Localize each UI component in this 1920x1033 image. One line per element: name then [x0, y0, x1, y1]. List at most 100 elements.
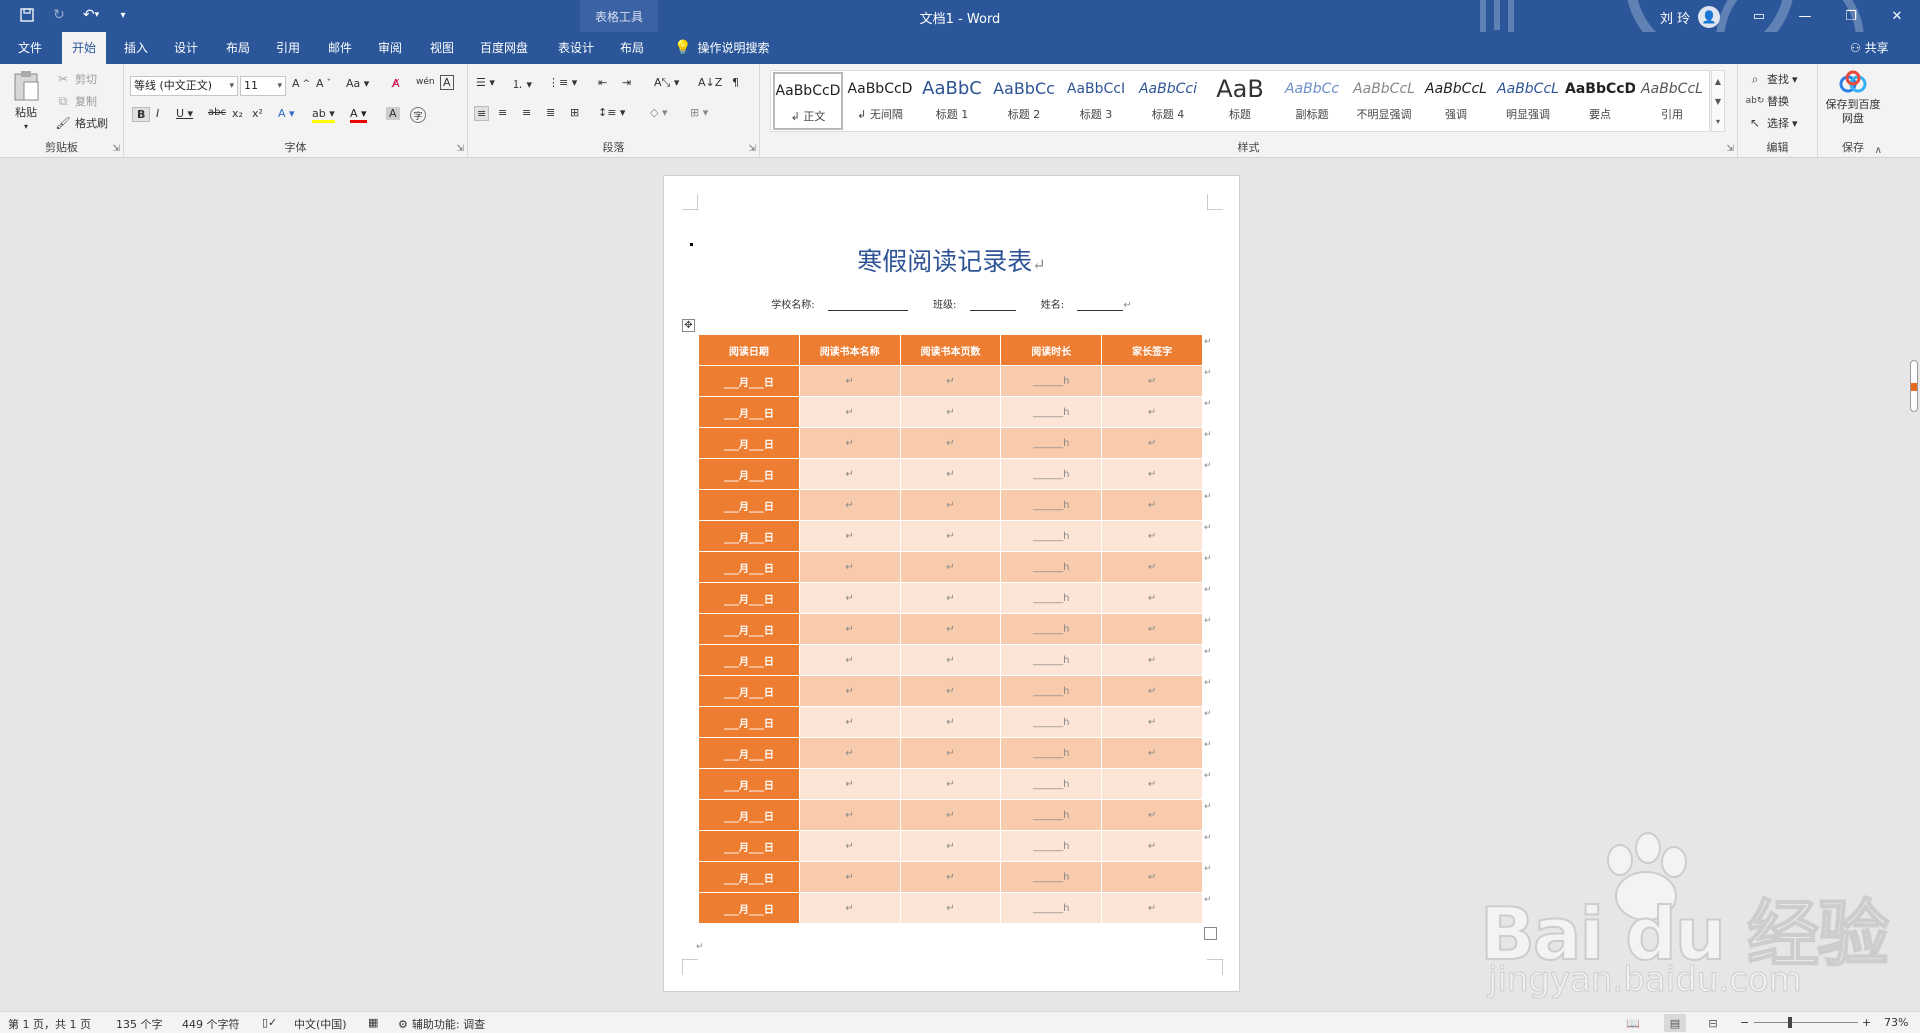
- book-name-cell[interactable]: ↵: [798, 768, 901, 800]
- style-title[interactable]: AaB 标题: [1205, 72, 1275, 130]
- reading-record-table[interactable]: 阅读日期 阅读书本名称 阅读书本页数 阅读时长 家长签字 ___月___日 ↵ ↵ _…: [698, 334, 1203, 924]
- zoom-level[interactable]: 73%: [1884, 1016, 1908, 1029]
- date-cell[interactable]: ___月___日: [698, 489, 800, 521]
- duration-cell[interactable]: ______h: [1000, 489, 1103, 521]
- tab-layout[interactable]: 布局: [216, 32, 260, 64]
- ribbon-display-options-icon[interactable]: ▭: [1736, 0, 1782, 32]
- paste-button[interactable]: 粘贴 ▾: [12, 70, 40, 131]
- pages-cell[interactable]: ↵: [899, 551, 1002, 583]
- style-heading-1[interactable]: AaBbC 标题 1: [917, 72, 987, 130]
- save-icon[interactable]: [16, 4, 38, 26]
- pages-cell[interactable]: ↵: [899, 892, 1002, 924]
- pages-cell[interactable]: ↵: [899, 365, 1002, 397]
- duration-cell[interactable]: ______h: [1000, 892, 1103, 924]
- character-border-icon[interactable]: A: [440, 75, 454, 90]
- table-move-handle-icon[interactable]: ✥: [682, 319, 695, 332]
- copy-button[interactable]: ⧉ 复制: [54, 92, 97, 110]
- font-size-combo[interactable]: 11: [240, 76, 286, 96]
- style-intense-emphasis[interactable]: AaBbCcL 明显强调: [1493, 72, 1563, 130]
- header-signature[interactable]: 家长签字: [1101, 334, 1203, 366]
- multilevel-list-icon[interactable]: ⋮≡ ▾: [548, 76, 577, 89]
- zoom-slider[interactable]: [1754, 1022, 1858, 1023]
- date-cell[interactable]: ___月___日: [698, 396, 800, 428]
- book-name-cell[interactable]: ↵: [798, 737, 901, 769]
- date-cell[interactable]: ___月___日: [698, 520, 800, 552]
- bullets-icon[interactable]: ☰ ▾: [476, 76, 495, 89]
- signature-cell[interactable]: ↵: [1101, 706, 1203, 738]
- header-book-name[interactable]: 阅读书本名称: [798, 334, 901, 366]
- word-count[interactable]: 135 个字: [116, 1016, 163, 1032]
- style-no-spacing[interactable]: AaBbCcD ↲ 无间隔: [845, 72, 915, 130]
- collapse-ribbon-icon[interactable]: ∧: [1875, 145, 1882, 156]
- enclose-characters-icon[interactable]: 字: [410, 107, 426, 123]
- date-cell[interactable]: ___月___日: [698, 427, 800, 459]
- shading-icon[interactable]: ◇ ▾: [650, 106, 667, 119]
- duration-cell[interactable]: ______h: [1000, 799, 1103, 831]
- book-name-cell[interactable]: ↵: [798, 799, 901, 831]
- language-indicator[interactable]: 中文(中国): [294, 1016, 347, 1032]
- header-pages[interactable]: 阅读书本页数: [899, 334, 1002, 366]
- share-button[interactable]: ⚇ 共享: [1850, 32, 1889, 64]
- find-button[interactable]: ⌕ 查找 ▾: [1746, 70, 1798, 88]
- header-duration[interactable]: 阅读时长: [1000, 334, 1103, 366]
- duration-cell[interactable]: ______h: [1000, 861, 1103, 893]
- show-marks-icon[interactable]: ¶: [732, 76, 739, 89]
- pages-cell[interactable]: ↵: [899, 830, 1002, 862]
- style-heading-2[interactable]: AaBbCc 标题 2: [989, 72, 1059, 130]
- pages-cell[interactable]: ↵: [899, 861, 1002, 893]
- text-effects-icon[interactable]: A ▾: [278, 107, 295, 120]
- strikethrough-icon[interactable]: abc: [208, 107, 226, 118]
- signature-cell[interactable]: ↵: [1101, 427, 1203, 459]
- date-cell[interactable]: ___月___日: [698, 706, 800, 738]
- style-subtitle[interactable]: AaBbCc 副标题: [1277, 72, 1347, 130]
- undo-icon[interactable]: ↶ ▾: [80, 4, 102, 26]
- duration-cell[interactable]: ______h: [1000, 737, 1103, 769]
- minimize-icon[interactable]: —: [1782, 0, 1828, 32]
- save-to-baidu-button[interactable]: 保存到百度网盘: [1822, 70, 1884, 126]
- line-spacing-icon[interactable]: ↕≡ ▾: [598, 106, 625, 119]
- dialog-launcher-icon[interactable]: ⇲: [748, 144, 756, 154]
- dialog-launcher-icon[interactable]: ⇲: [456, 144, 464, 154]
- signature-cell[interactable]: ↵: [1101, 396, 1203, 428]
- pages-cell[interactable]: ↵: [899, 737, 1002, 769]
- pages-cell[interactable]: ↵: [899, 520, 1002, 552]
- signature-cell[interactable]: ↵: [1101, 830, 1203, 862]
- signature-cell[interactable]: ↵: [1101, 551, 1203, 583]
- tab-home[interactable]: 开始: [62, 32, 107, 64]
- zoom-out-icon[interactable]: −: [1740, 1016, 1749, 1029]
- dialog-launcher-icon[interactable]: ⇲: [112, 144, 120, 154]
- duration-cell[interactable]: ______h: [1000, 613, 1103, 645]
- macro-icon[interactable]: ▦: [368, 1016, 378, 1029]
- document-page[interactable]: 寒假阅读记录表↵ 学校名称: 班级: 姓名: ↵ ✥ 阅读日期 阅读书本名称 阅…: [663, 175, 1240, 992]
- align-center-icon[interactable]: ≡: [498, 106, 507, 119]
- style-strong[interactable]: AaBbCcD 要点: [1565, 72, 1635, 130]
- signature-cell[interactable]: ↵: [1101, 582, 1203, 614]
- grow-font-icon[interactable]: A ^: [292, 77, 310, 90]
- date-cell[interactable]: ___月___日: [698, 582, 800, 614]
- tab-table-layout[interactable]: 布局: [610, 32, 654, 64]
- book-name-cell[interactable]: ↵: [798, 675, 901, 707]
- date-cell[interactable]: ___月___日: [698, 675, 800, 707]
- pages-cell[interactable]: ↵: [899, 582, 1002, 614]
- signature-cell[interactable]: ↵: [1101, 365, 1203, 397]
- restore-icon[interactable]: ❐: [1828, 0, 1874, 32]
- chevron-up-icon[interactable]: ▲: [1715, 77, 1721, 86]
- date-cell[interactable]: ___月___日: [698, 737, 800, 769]
- pages-cell[interactable]: ↵: [899, 396, 1002, 428]
- duration-cell[interactable]: ______h: [1000, 830, 1103, 862]
- signature-cell[interactable]: ↵: [1101, 644, 1203, 676]
- increase-indent-icon[interactable]: ⇥: [622, 76, 631, 89]
- pages-cell[interactable]: ↵: [899, 427, 1002, 459]
- duration-cell[interactable]: ______h: [1000, 365, 1103, 397]
- pages-cell[interactable]: ↵: [899, 706, 1002, 738]
- date-cell[interactable]: ___月___日: [698, 458, 800, 490]
- style-subtle-emphasis[interactable]: AaBbCcL 不明显强调: [1349, 72, 1419, 130]
- cut-button[interactable]: ✂ 剪切: [54, 70, 97, 88]
- book-name-cell[interactable]: ↵: [798, 458, 901, 490]
- decrease-indent-icon[interactable]: ⇤: [598, 76, 607, 89]
- tab-mailings[interactable]: 邮件: [318, 32, 362, 64]
- italic-icon[interactable]: I: [156, 107, 159, 120]
- table-resize-handle[interactable]: [1204, 927, 1217, 940]
- accessibility-status[interactable]: ⚙ 辅助功能: 调查: [398, 1016, 485, 1032]
- bold-icon[interactable]: B: [132, 107, 151, 122]
